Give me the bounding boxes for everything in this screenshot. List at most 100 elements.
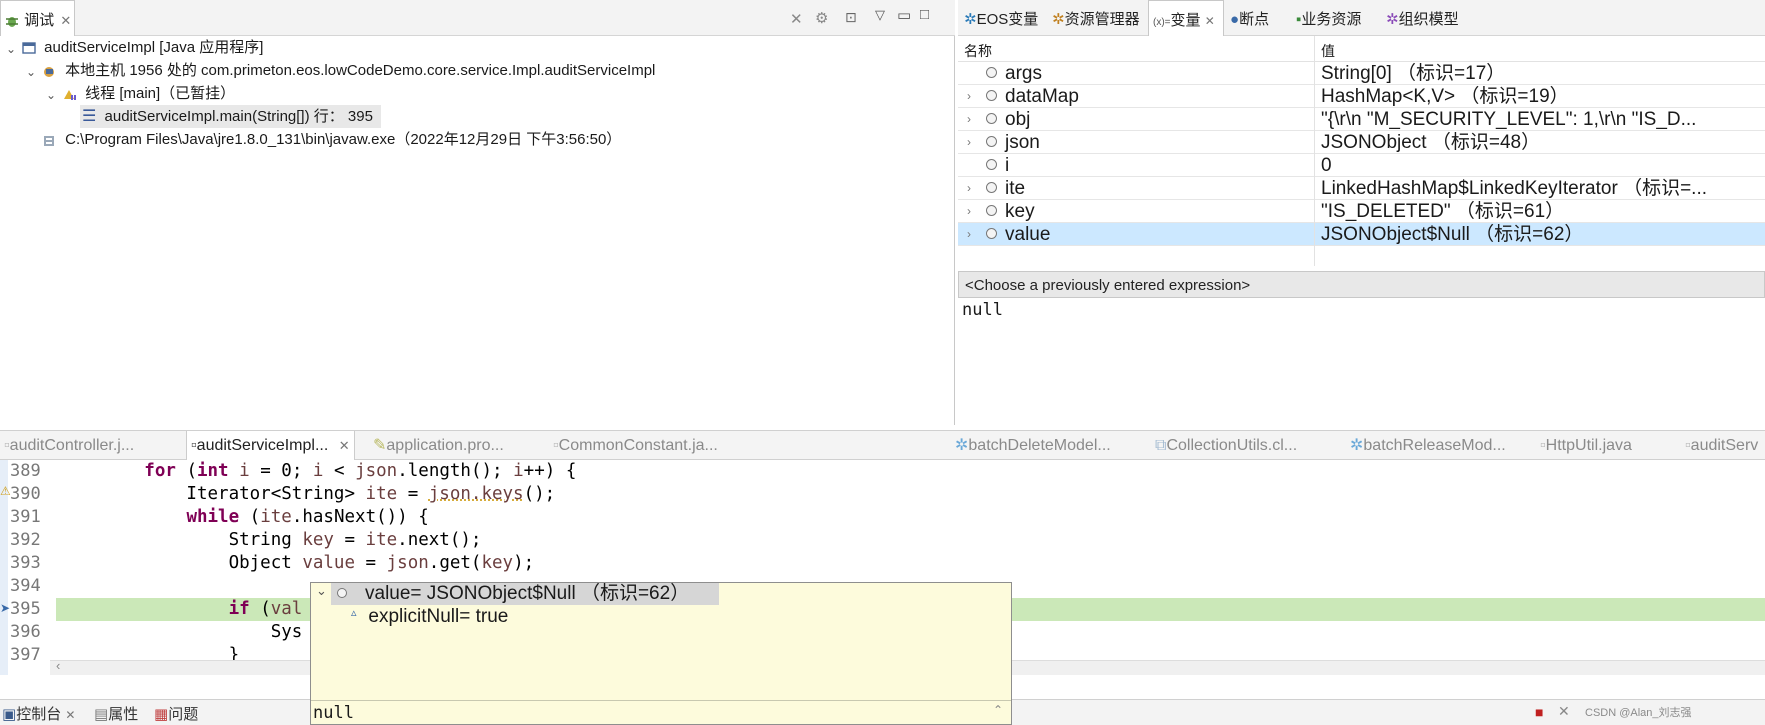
tree-item-launch[interactable]: auditServiceImpl [Java 应用程序] xyxy=(22,36,263,59)
console-icon: ▣ xyxy=(2,706,17,723)
variable-value: HashMap<K,V> （标识=19） xyxy=(1321,86,1569,107)
tab-console[interactable]: ▣控制台 ✕ xyxy=(2,700,75,725)
tab-properties[interactable]: ▤属性 xyxy=(94,700,138,725)
tab-breakpoints[interactable]: ●断点 xyxy=(1230,0,1269,36)
minimize-icon[interactable]: ▭ xyxy=(897,6,911,24)
tab-org-model[interactable]: ✲组织模型 xyxy=(1386,0,1459,36)
chevron-right-icon[interactable]: › xyxy=(967,177,971,199)
local-variable-icon xyxy=(986,182,997,193)
line-number: 391 xyxy=(10,507,41,527)
variable-row-selected[interactable]: › value JSONObject$Null （标识=62） xyxy=(958,223,1765,246)
tab-label: CollectionUtils.cl... xyxy=(1166,437,1298,454)
scroll-left-icon[interactable]: ‹ xyxy=(56,658,60,673)
editor-tab[interactable]: ✎application.pro... xyxy=(373,431,504,461)
column-header-value[interactable]: 值 xyxy=(1321,41,1335,61)
editor-tab[interactable]: ⧉CollectionUtils.cl... xyxy=(1155,431,1297,461)
thread-suspended-icon xyxy=(64,89,76,100)
tab-problems[interactable]: ▦问题 xyxy=(154,700,198,725)
stack-frame-icon: ☰ xyxy=(82,108,97,125)
chevron-right-icon[interactable]: › xyxy=(967,85,971,107)
close-icon[interactable]: ✕ xyxy=(60,13,71,28)
tab-label: HttpUtil.java xyxy=(1545,437,1632,454)
variable-name: key xyxy=(1005,201,1035,222)
detail-value: null xyxy=(962,300,1003,320)
editor-tab[interactable]: ▫HttpUtil.java xyxy=(1540,431,1632,461)
editor-tab-active[interactable]: ▫auditServiceImpl... ✕ xyxy=(186,431,355,461)
code-line: Sys xyxy=(60,622,303,642)
tree-item-thread[interactable]: 线程 [main]（已暂挂） xyxy=(62,82,235,105)
tab-debug[interactable]: 调试 ✕ xyxy=(0,0,75,36)
close-icon[interactable]: ✕ xyxy=(65,708,75,722)
editor-tab[interactable]: ✲batchReleaseMod... xyxy=(1350,431,1506,461)
hover-tree: ⌄ value= JSONObject$Null （标识=62） xyxy=(311,583,719,605)
variable-row[interactable]: i 0 xyxy=(958,154,1765,177)
terminate-icon[interactable]: ■ xyxy=(1535,704,1543,720)
line-number: 390 xyxy=(10,484,41,504)
tree-item-process[interactable]: C:\Program Files\Java\jre1.8.0_131\bin\j… xyxy=(42,128,621,151)
line-number: 389 xyxy=(10,461,41,481)
remove-terminated-icon[interactable]: ✕ xyxy=(790,10,803,28)
close-icon[interactable]: ✕ xyxy=(1205,14,1215,28)
line-number: 396 xyxy=(10,622,41,642)
chevron-right-icon[interactable]: › xyxy=(967,108,971,130)
bug-icon xyxy=(6,17,18,28)
editor-tab[interactable]: ▫auditController.j... xyxy=(4,431,134,461)
variable-row[interactable]: › json JSONObject （标识=48） xyxy=(958,131,1765,154)
class-file-icon: ⧉ xyxy=(1155,437,1167,454)
hover-child-label: explicitNull= true xyxy=(368,606,509,627)
local-variable-icon xyxy=(986,113,997,124)
variable-row[interactable]: › ite LinkedHashMap$LinkedKeyIterator （标… xyxy=(958,177,1765,200)
connect-icon[interactable]: ⚙ xyxy=(815,9,828,27)
tab-resource-manager[interactable]: ✲资源管理器 xyxy=(1052,0,1140,36)
variable-row[interactable]: › dataMap HashMap<K,V> （标识=19） xyxy=(958,85,1765,108)
column-divider[interactable] xyxy=(1314,36,1315,62)
variable-row[interactable]: args String[0] （标识=17） xyxy=(958,62,1765,85)
chevron-down-icon[interactable]: ⌄ xyxy=(26,65,36,79)
scroll-up-icon[interactable]: ⌃ xyxy=(993,703,1003,717)
tree-item-vm[interactable]: 本地主机 1956 处的 com.primeton.eos.lowCodeDem… xyxy=(42,59,655,82)
close-icon[interactable]: ✕ xyxy=(339,438,350,453)
tab-variables[interactable]: (x)=变量 ✕ xyxy=(1148,0,1224,36)
variable-value: String[0] （标识=17） xyxy=(1321,63,1506,84)
variable-name: json xyxy=(1005,132,1040,153)
editor-tab[interactable]: ▫auditServ xyxy=(1685,431,1758,461)
chevron-right-icon[interactable]: › xyxy=(967,131,971,153)
breakpoint-icon[interactable]: ➤ xyxy=(0,601,10,615)
tab-label: auditController.j... xyxy=(9,437,135,454)
debug-tabbar: 调试 ✕ ✕ ⚙ ⊡ ▽ ▭ □ xyxy=(0,0,955,36)
variable-row[interactable]: › obj "{\r\n "M_SECURITY_LEVEL": 1,\r\n … xyxy=(958,108,1765,131)
local-variable-icon xyxy=(986,90,997,101)
variable-value: JSONObject （标识=48） xyxy=(1321,132,1541,153)
variable-row[interactable]: › key "IS_DELETED" （标识=61） xyxy=(958,200,1765,223)
maximize-icon[interactable]: □ xyxy=(920,6,929,23)
tab-label: auditServ xyxy=(1690,437,1759,454)
variables-icon: (x)= xyxy=(1153,17,1171,28)
tab-label: 问题 xyxy=(168,706,199,723)
chevron-right-icon[interactable]: › xyxy=(967,223,971,245)
tab-eos-variables[interactable]: ✲EOS变量 xyxy=(964,0,1038,36)
editor-tabbar: ▫auditController.j... ▫auditServiceImpl.… xyxy=(0,430,1765,461)
editor-tab[interactable]: ✲batchDeleteModel... xyxy=(955,431,1111,461)
local-variable-icon xyxy=(986,205,997,216)
chevron-right-icon[interactable]: › xyxy=(967,200,971,222)
remove-launch-icon[interactable]: ✕ xyxy=(1558,703,1570,720)
column-header-name[interactable]: 名称 xyxy=(964,41,992,61)
chevron-down-icon[interactable]: ▽ xyxy=(875,7,885,23)
tree-item-stack-frame[interactable]: ☰ auditServiceImpl.main(String[]) 行： 395 xyxy=(80,105,381,128)
hover-child-row[interactable]: ▵ explicitNull= true xyxy=(351,606,508,628)
detail-pane[interactable]: null xyxy=(958,298,1765,425)
variable-hover-popup[interactable]: ⌄ value= JSONObject$Null （标识=62） ▵ expli… xyxy=(310,582,1012,725)
expression-combo[interactable]: <Choose a previously entered expression> xyxy=(958,271,1765,298)
right-tabbar: ✲EOS变量 ✲资源管理器 (x)=变量 ✕ ●断点 ▪业务资源 ✲组织模型 xyxy=(958,0,1765,36)
chevron-down-icon[interactable]: ⌄ xyxy=(46,88,56,102)
editor-tab[interactable]: ▫CommonConstant.ja... xyxy=(553,431,718,461)
biz-logic-icon: ✲ xyxy=(955,437,969,454)
hover-root-row[interactable]: value= JSONObject$Null （标识=62） xyxy=(331,583,719,605)
tree-label: auditServiceImpl.main(String[]) 行： 395 xyxy=(104,108,373,125)
chevron-down-icon[interactable]: ⌄ xyxy=(6,42,16,56)
view-menu-icon[interactable]: ⊡ xyxy=(845,9,857,26)
hover-divider xyxy=(311,700,1011,701)
variables-header: 名称 值 xyxy=(958,36,1765,62)
chevron-down-icon[interactable]: ⌄ xyxy=(316,583,327,599)
tab-business-resources[interactable]: ▪业务资源 xyxy=(1296,0,1361,36)
